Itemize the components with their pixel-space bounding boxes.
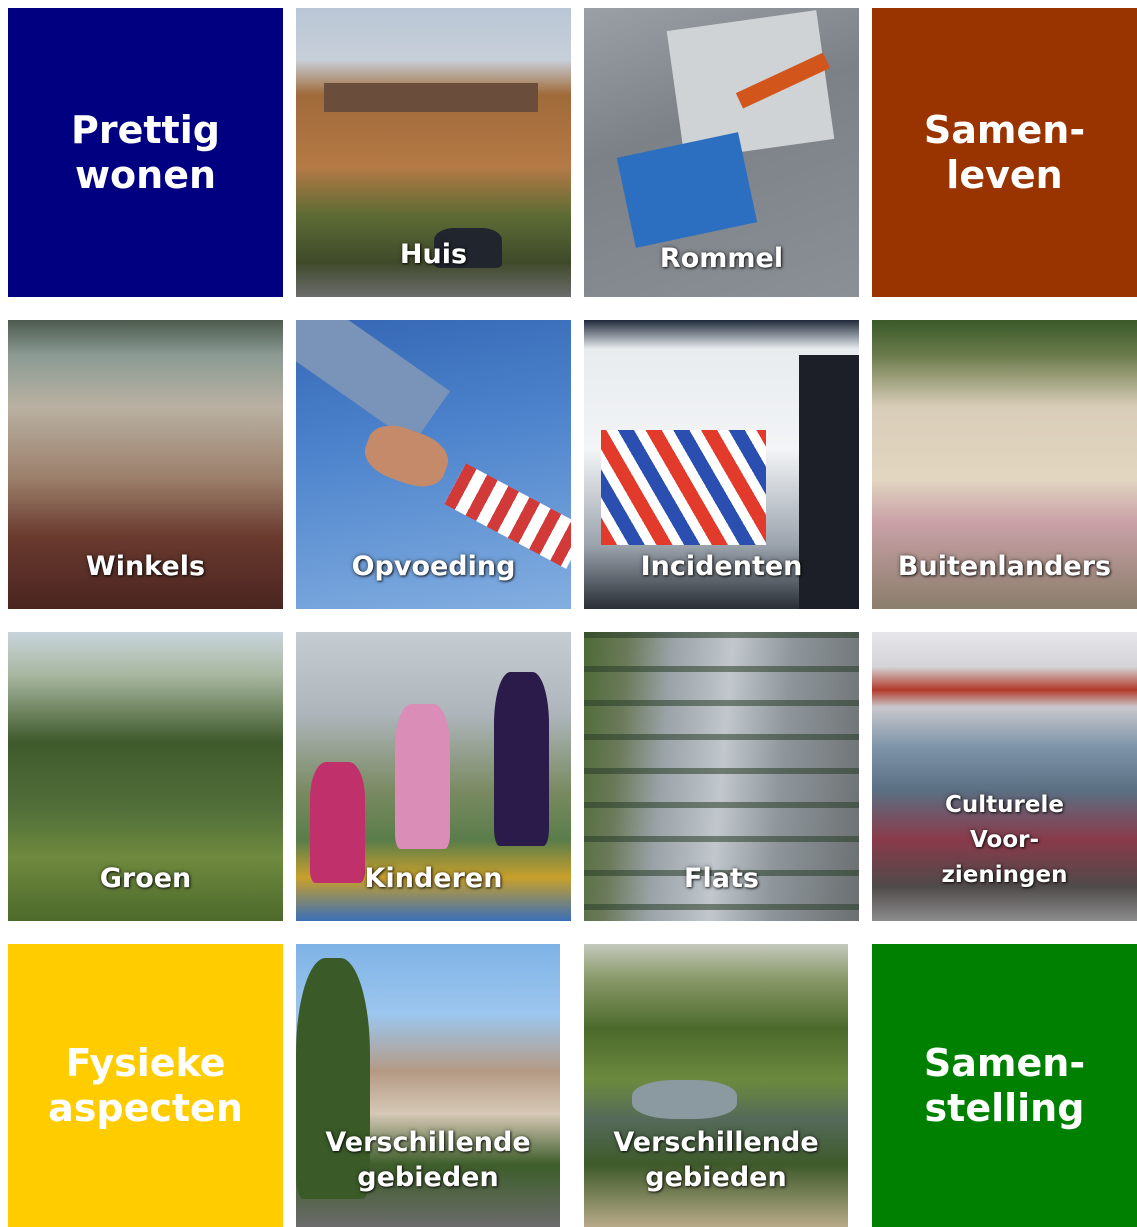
tile-flats[interactable]: Flats <box>584 632 859 921</box>
tile-label: Winkels <box>85 551 206 582</box>
tile-fysieke-aspecten[interactable]: Fysieke aspecten <box>8 944 283 1227</box>
tile-huis[interactable]: Huis <box>296 8 571 297</box>
tile-winkels[interactable]: Winkels <box>8 320 283 609</box>
tile-label: Incidenten <box>640 551 803 582</box>
tile-culturele-voorzieningen[interactable]: Culturele Voor- zieningen <box>872 632 1137 921</box>
tile-label: Samen- stelling <box>923 1040 1086 1130</box>
tile-incidenten[interactable]: Incidenten <box>584 320 859 609</box>
tile-label: Samen- leven <box>923 107 1086 197</box>
tile-samenleven[interactable]: Samen- leven <box>872 8 1137 297</box>
tile-label: Rommel <box>659 243 784 274</box>
tile-verschillende-gebieden-2[interactable]: Verschillende gebieden <box>584 944 848 1227</box>
tile-prettig-wonen[interactable]: Prettig wonen <box>8 8 283 297</box>
tile-verschillende-gebieden-1[interactable]: Verschillende gebieden <box>296 944 560 1227</box>
tile-label: Verschillende gebieden <box>613 1127 819 1193</box>
tile-rommel[interactable]: Rommel <box>584 8 859 297</box>
tile-buitenlanders[interactable]: Buitenlanders <box>872 320 1137 609</box>
tile-label: Kinderen <box>364 863 503 894</box>
tile-opvoeding[interactable]: Opvoeding <box>296 320 571 609</box>
tile-label: Verschillende gebieden <box>325 1127 531 1193</box>
tile-label: Flats <box>684 863 759 894</box>
tile-groen[interactable]: Groen <box>8 632 283 921</box>
tile-kinderen[interactable]: Kinderen <box>296 632 571 921</box>
tile-label: Buitenlanders <box>897 551 1112 582</box>
tile-label: Prettig wonen <box>71 107 220 197</box>
tile-label: Fysieke aspecten <box>48 1040 243 1130</box>
tile-label: Huis <box>399 239 468 270</box>
tile-samenstelling[interactable]: Samen- stelling <box>872 944 1137 1227</box>
tile-label: Groen <box>99 863 192 894</box>
tile-label: Opvoeding <box>351 551 516 582</box>
tile-label: Culturele Voor- zieningen <box>941 792 1068 888</box>
